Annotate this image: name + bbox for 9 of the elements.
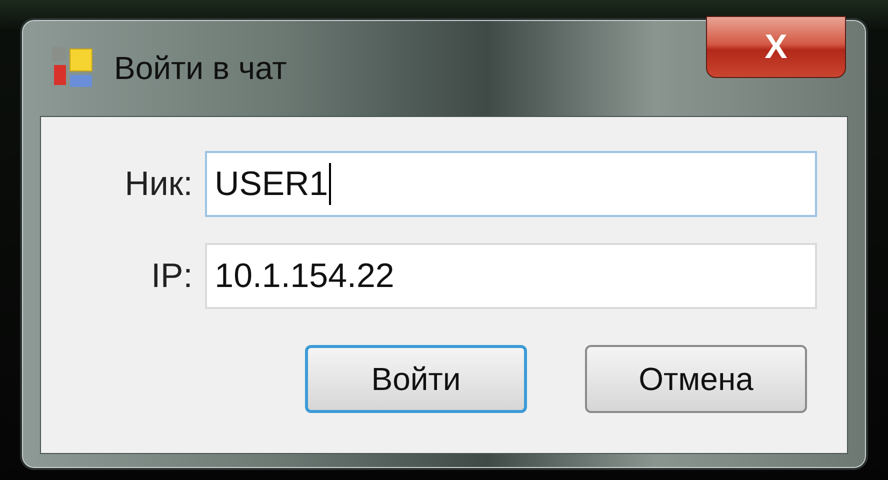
field-label: Ник: xyxy=(124,164,194,204)
dialog-button[interactable]: Отмена xyxy=(585,345,807,413)
text-field[interactable]: USER1 xyxy=(204,151,817,217)
close-button[interactable]: X xyxy=(706,16,846,78)
window-title: Войти в чат xyxy=(114,49,287,88)
field-label: IP: xyxy=(150,256,194,296)
text-field[interactable]: 10.1.154.22 xyxy=(204,243,817,309)
dialog-button[interactable]: Войти xyxy=(305,345,527,413)
text-cursor xyxy=(329,163,332,205)
